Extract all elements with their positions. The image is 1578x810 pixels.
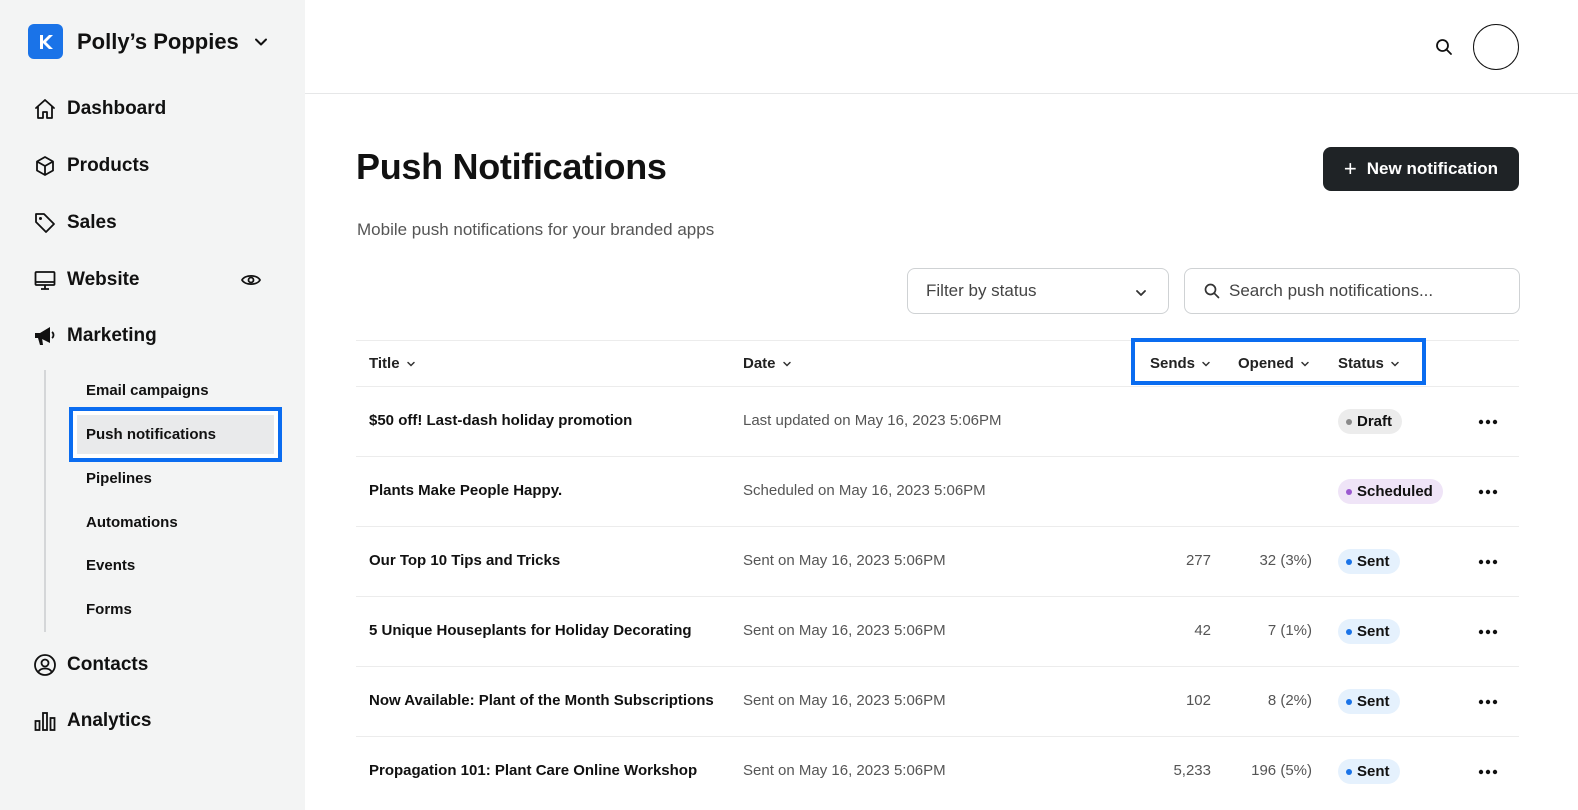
row-date: Sent on May 16, 2023 5:06PM	[743, 622, 946, 639]
status-filter-label: Filter by status	[926, 281, 1037, 300]
row-sends: 277	[1185, 552, 1211, 569]
megaphone-icon	[32, 323, 58, 349]
row-date: Last updated on May 16, 2023 5:06PM	[743, 412, 1002, 429]
new-notification-button[interactable]: + New notification	[1323, 147, 1519, 191]
status-filter-select[interactable]: Filter by status	[907, 268, 1169, 314]
row-title[interactable]: 5 Unique Houseplants for Holiday Decorat…	[369, 622, 692, 639]
column-header-title[interactable]: Title	[369, 355, 416, 372]
nav-label: Marketing	[67, 325, 157, 346]
chevron-down-icon	[253, 34, 269, 50]
workspace-name: Polly’s Poppies	[77, 28, 239, 54]
search-input[interactable]	[1229, 281, 1499, 301]
top-bar	[305, 0, 1578, 94]
avatar[interactable]	[1473, 24, 1519, 70]
ellipsis-icon[interactable]	[1477, 761, 1499, 783]
search-box[interactable]	[1184, 268, 1520, 314]
status-badge: Draft	[1338, 409, 1403, 434]
status-badge: Sent	[1338, 759, 1400, 784]
row-title[interactable]: Propagation 101: Plant Care Online Works…	[369, 762, 697, 779]
row-date: Sent on May 16, 2023 5:06PM	[743, 552, 946, 569]
row-date: Sent on May 16, 2023 5:06PM	[743, 692, 946, 709]
chevron-down-icon	[406, 359, 416, 369]
column-header-date[interactable]: Date	[743, 355, 792, 372]
nav-item-sales[interactable]: Sales	[32, 208, 117, 238]
submenu-divider	[44, 370, 46, 632]
row-sends: 5,233	[1173, 762, 1211, 779]
brand-logo-icon	[28, 24, 63, 59]
table-row[interactable]: $50 off! Last-dash holiday promotion Las…	[356, 387, 1519, 457]
ellipsis-icon[interactable]	[1477, 691, 1499, 713]
row-title[interactable]: Our Top 10 Tips and Tricks	[369, 552, 560, 569]
ellipsis-icon[interactable]	[1477, 481, 1499, 503]
submenu-item-push-notifications[interactable]: Push notifications	[86, 425, 216, 445]
table-row[interactable]: Now Available: Plant of the Month Subscr…	[356, 667, 1519, 737]
nav-label: Products	[67, 155, 150, 176]
nav-item-analytics[interactable]: Analytics	[32, 706, 151, 736]
bar-chart-icon	[32, 708, 58, 734]
monitor-icon	[32, 267, 58, 293]
submenu-item-forms[interactable]: Forms	[86, 600, 132, 620]
status-badge: Sent	[1338, 549, 1400, 574]
box-icon	[32, 153, 58, 179]
table-row[interactable]: Our Top 10 Tips and Tricks Sent on May 1…	[356, 527, 1519, 597]
nav-item-marketing[interactable]: Marketing	[32, 321, 157, 351]
nav-item-website[interactable]: Website	[32, 265, 140, 295]
row-opened: 32 (3%)	[1259, 552, 1312, 569]
submenu-item-automations[interactable]: Automations	[86, 513, 178, 533]
row-opened: 7 (1%)	[1267, 622, 1312, 639]
submenu-item-events[interactable]: Events	[86, 556, 135, 576]
plus-icon: +	[1343, 156, 1357, 181]
ellipsis-icon[interactable]	[1477, 551, 1499, 573]
new-notification-label: New notification	[1366, 159, 1499, 178]
row-date: Scheduled on May 16, 2023 5:06PM	[743, 482, 986, 499]
row-title[interactable]: $50 off! Last-dash holiday promotion	[369, 412, 632, 429]
row-sends: 42	[1194, 622, 1211, 639]
row-sends: 102	[1185, 692, 1211, 709]
house-icon	[32, 96, 58, 122]
sidebar: Polly’s Poppies Dashboard Products Sales…	[0, 0, 305, 810]
table-row[interactable]: 5 Unique Houseplants for Holiday Decorat…	[356, 597, 1519, 667]
search-icon	[1203, 282, 1221, 300]
chevron-down-icon	[1134, 285, 1148, 305]
nav-item-contacts[interactable]: Contacts	[32, 650, 148, 680]
submenu-item-email-campaigns[interactable]: Email campaigns	[86, 381, 209, 401]
row-title[interactable]: Now Available: Plant of the Month Subscr…	[369, 692, 714, 709]
nav-label: Contacts	[67, 654, 149, 675]
column-header-label: Date	[743, 355, 776, 372]
nav-label: Sales	[67, 212, 117, 233]
column-header-label: Title	[369, 355, 400, 372]
table-row[interactable]: Plants Make People Happy. Scheduled on M…	[356, 457, 1519, 527]
eye-icon[interactable]	[240, 270, 262, 290]
nav-label: Analytics	[67, 710, 152, 731]
search-icon[interactable]	[1433, 36, 1455, 58]
tag-icon	[32, 210, 58, 236]
page-title: Push Notifications	[356, 146, 667, 187]
table-row[interactable]: Propagation 101: Plant Care Online Works…	[356, 737, 1519, 807]
row-opened: 8 (2%)	[1267, 692, 1312, 709]
status-badge: Sent	[1338, 619, 1400, 644]
page-subtitle: Mobile push notifications for your brand…	[357, 220, 715, 239]
nav-item-dashboard[interactable]: Dashboard	[32, 94, 166, 124]
workspace-switcher[interactable]: Polly’s Poppies	[28, 24, 269, 59]
submenu-item-pipelines[interactable]: Pipelines	[86, 469, 152, 489]
status-badge: Scheduled	[1338, 479, 1443, 504]
chevron-down-icon	[782, 359, 792, 369]
nav-label: Dashboard	[67, 98, 167, 119]
ellipsis-icon[interactable]	[1477, 411, 1499, 433]
row-title[interactable]: Plants Make People Happy.	[369, 482, 562, 499]
ellipsis-icon[interactable]	[1477, 621, 1499, 643]
nav-item-products[interactable]: Products	[32, 151, 149, 181]
columns-highlight-box	[1131, 338, 1426, 385]
row-date: Sent on May 16, 2023 5:06PM	[743, 762, 946, 779]
nav-label: Website	[67, 269, 140, 290]
status-badge: Sent	[1338, 689, 1400, 714]
row-opened: 196 (5%)	[1251, 762, 1312, 779]
user-circle-icon	[32, 652, 58, 678]
